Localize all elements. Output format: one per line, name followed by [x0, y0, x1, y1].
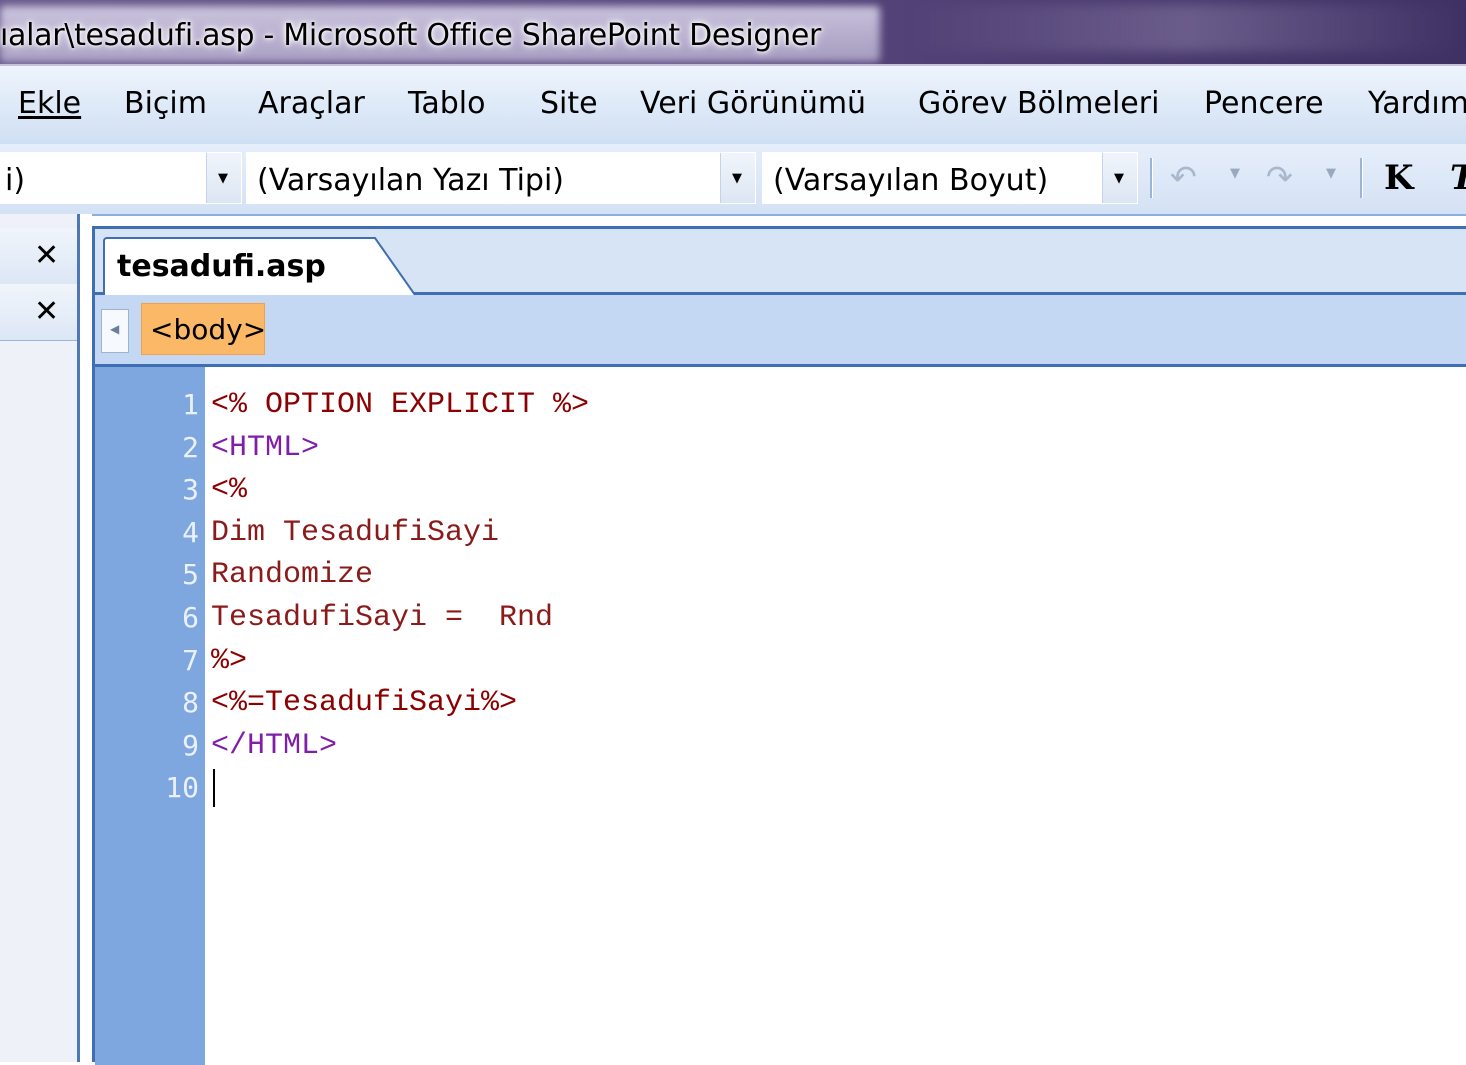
- code-line: 3 <%: [95, 473, 1395, 513]
- chevron-down-icon: ▼: [1114, 171, 1124, 186]
- scroll-left-icon: ◀: [110, 322, 120, 336]
- bold-button[interactable]: K: [1384, 158, 1414, 198]
- code-text: TesadufiSayi = Rnd: [211, 601, 554, 635]
- code-text: </HTML>: [211, 728, 338, 763]
- text-caret: [213, 769, 215, 808]
- document-window: tesadufi.asp ◀ <body> 1 <% OPTION EXPLICI…: [92, 226, 1466, 1065]
- style-dropdown-button[interactable]: ▼: [206, 153, 241, 203]
- code-line: 10: [95, 769, 1395, 811]
- scroll-left-button[interactable]: ◀: [101, 309, 129, 353]
- code-text: %>: [211, 643, 248, 678]
- close-icon[interactable]: ✕: [34, 238, 59, 273]
- code-line: 5 Randomize: [95, 558, 1395, 598]
- pane-gap: [80, 214, 92, 1062]
- document-tab[interactable]: tesadufi.asp: [103, 237, 359, 295]
- size-combo-value: (Varsayılan Boyut): [773, 163, 1049, 198]
- undo-icon[interactable]: ↶: [1170, 158, 1197, 196]
- style-combo[interactable]: i) ▼: [0, 152, 242, 204]
- quick-tag-selector: ◀ <body>: [95, 295, 1466, 367]
- body-tag-button[interactable]: <body>: [141, 303, 267, 355]
- body-tag-label: <body>: [150, 313, 267, 346]
- chevron-down-icon: ▼: [732, 171, 742, 186]
- title-glow: [906, 4, 1466, 52]
- left-task-pane: ✕ ✕: [0, 214, 80, 1062]
- menu-bar: Ekle Biçim Araçlar Tablo Site Veri Görün…: [0, 66, 1466, 145]
- line-number: 7: [182, 643, 199, 677]
- style-combo-value: i): [5, 163, 26, 198]
- menu-window[interactable]: Pencere: [1204, 86, 1324, 121]
- line-number: 4: [182, 515, 199, 549]
- code-text: Randomize: [211, 558, 374, 593]
- font-combo-value: (Varsayılan Yazı Tipi): [257, 163, 565, 198]
- toolbar-separator: [1150, 158, 1153, 198]
- pane-header: ✕: [0, 228, 77, 285]
- code-text: <%: [211, 473, 248, 508]
- window-title: ıalar\tesadufi.asp - Microsoft Office Sh…: [0, 18, 822, 53]
- line-number: 3: [182, 473, 199, 507]
- line-number: 10: [165, 771, 199, 805]
- title-bar: ıalar\tesadufi.asp - Microsoft Office Sh…: [0, 0, 1466, 66]
- chevron-down-icon: ▼: [218, 171, 228, 186]
- menu-help[interactable]: Yardım: [1368, 86, 1466, 121]
- font-combo[interactable]: (Varsayılan Yazı Tipi) ▼: [246, 152, 756, 204]
- line-number: 9: [182, 728, 199, 762]
- size-combo[interactable]: (Varsayılan Boyut) ▼: [762, 152, 1138, 204]
- redo-dropdown-icon[interactable]: ▼: [1326, 166, 1336, 181]
- code-line: 8 <%=TesadufiSayi%>: [95, 686, 1395, 726]
- line-number: 1: [182, 388, 199, 421]
- code-text: Dim TesadufiSayi: [211, 515, 500, 550]
- line-number: 8: [182, 686, 199, 720]
- toolbar-separator: [1360, 158, 1363, 198]
- code-line: 4 Dim TesadufiSayi: [95, 516, 1395, 556]
- menu-data-view[interactable]: Veri Görünümü: [640, 86, 866, 121]
- pane-header: ✕: [0, 284, 77, 341]
- menu-format[interactable]: Biçim: [124, 86, 207, 121]
- code-line: 2 <HTML>: [95, 431, 1395, 471]
- font-dropdown-button[interactable]: ▼: [720, 153, 755, 203]
- menu-site[interactable]: Site: [540, 86, 598, 121]
- code-line: 9 </HTML>: [95, 729, 1395, 769]
- line-number: 6: [182, 601, 199, 634]
- line-number: 2: [182, 430, 199, 464]
- code-line: 7 %>: [95, 644, 1395, 684]
- code-line: 6 TesadufiSayi = Rnd: [95, 601, 1395, 641]
- menu-insert-label: Ekle: [18, 86, 82, 121]
- menu-insert[interactable]: Ekle: [18, 86, 81, 121]
- size-dropdown-button[interactable]: ▼: [1102, 153, 1137, 203]
- formatting-toolbar: i) ▼ (Varsayılan Yazı Tipi) ▼ (Varsayıla…: [0, 144, 1466, 216]
- document-tab-strip: tesadufi.asp: [95, 229, 1466, 295]
- menu-tools[interactable]: Araçlar: [258, 86, 365, 121]
- line-number: 5: [182, 558, 199, 592]
- code-line: 1 <% OPTION EXPLICIT %>: [95, 388, 1395, 428]
- menu-task-panes[interactable]: Görev Bölmeleri: [918, 86, 1159, 121]
- close-icon[interactable]: ✕: [34, 294, 59, 329]
- document-tab-label: tesadufi.asp: [117, 249, 326, 284]
- menu-table[interactable]: Tablo: [408, 86, 485, 121]
- code-text: <%=TesadufiSayi%>: [211, 686, 518, 721]
- code-text: <HTML>: [211, 430, 320, 465]
- code-text: <% OPTION EXPLICIT %>: [211, 388, 590, 422]
- italic-button[interactable]: T: [1450, 158, 1466, 198]
- undo-dropdown-icon[interactable]: ▼: [1230, 166, 1240, 181]
- tab-slant: [357, 237, 416, 295]
- redo-icon[interactable]: ↷: [1266, 158, 1293, 196]
